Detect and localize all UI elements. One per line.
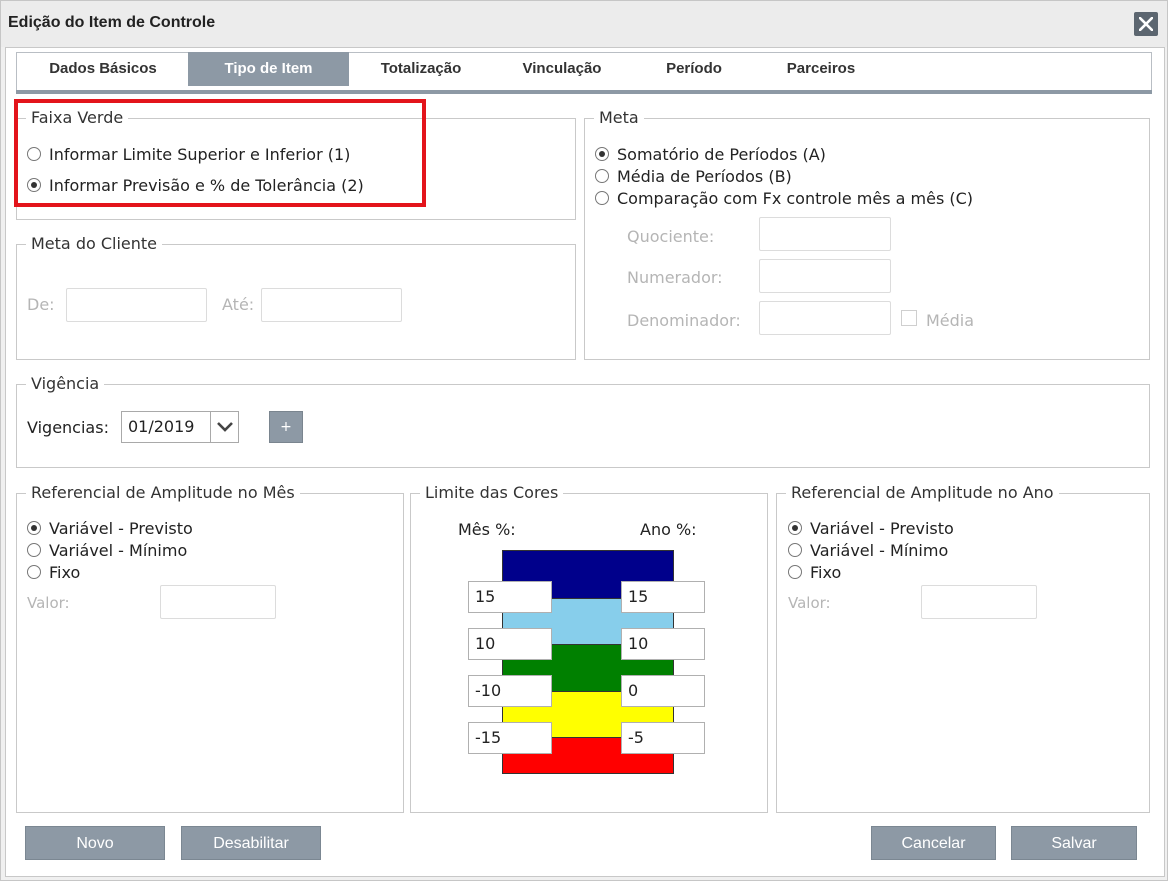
ano-limit-input-1[interactable]: 15	[621, 581, 705, 613]
tab-periodo[interactable]: Período	[644, 52, 744, 86]
radio-icon[interactable]	[27, 543, 41, 557]
meta-option-a[interactable]: Somatório de Períodos (A)	[595, 143, 826, 165]
vigencias-selected: 01/2019	[128, 417, 195, 436]
amplitude-ano-option-previsto-label: Variável - Previsto	[810, 518, 954, 538]
close-icon	[1139, 17, 1153, 31]
vigencia-group: Vigência Vigencias: 01/2019 +	[16, 374, 1150, 468]
ano-limit-input-4[interactable]: -5	[621, 722, 705, 754]
titlebar: Edição do Item de Controle	[1, 1, 1167, 47]
vigencia-legend: Vigência	[26, 374, 105, 394]
add-vigencia-button[interactable]: +	[269, 411, 303, 443]
ano-percent-label: Ano %:	[640, 520, 697, 539]
dialog-content: Dados Básicos Tipo de Item Totalização V…	[5, 47, 1165, 877]
tab-parceiros[interactable]: Parceiros	[766, 52, 876, 86]
meta-option-b[interactable]: Média de Períodos (B)	[595, 165, 792, 187]
tab-underline	[16, 90, 1152, 94]
amplitude-mes-option-minimo-label: Variável - Mínimo	[49, 540, 188, 560]
ano-limit-input-3[interactable]: 0	[621, 675, 705, 707]
amplitude-ano-group: Referencial de Amplitude no Ano Variável…	[776, 483, 1150, 813]
tab-tipo-de-item[interactable]: Tipo de Item	[188, 52, 349, 86]
ate-input[interactable]	[261, 288, 402, 322]
salvar-button[interactable]: Salvar	[1011, 826, 1137, 860]
meta-option-c-label: Comparação com Fx controle mês a mês (C)	[617, 188, 974, 208]
radio-icon[interactable]	[595, 169, 609, 183]
tab-dados-basicos[interactable]: Dados Básicos	[28, 52, 178, 86]
de-input[interactable]	[66, 288, 207, 322]
tab-totalizacao[interactable]: Totalização	[362, 52, 480, 86]
amplitude-mes-option-fixo-label: Fixo	[49, 562, 81, 582]
amplitude-mes-valor-input[interactable]	[160, 585, 276, 619]
amplitude-ano-legend: Referencial de Amplitude no Ano	[786, 483, 1059, 503]
radio-checked-icon[interactable]	[788, 521, 802, 535]
mes-percent-label: Mês %:	[458, 520, 516, 539]
dialog: Edição do Item de Controle Dados Básicos…	[0, 0, 1168, 881]
radio-icon[interactable]	[27, 565, 41, 579]
highlight-box	[14, 99, 426, 207]
vigencias-label: Vigencias:	[27, 418, 109, 437]
amplitude-ano-option-minimo-label: Variável - Mínimo	[810, 540, 949, 560]
meta-option-a-label: Somatório de Períodos (A)	[617, 144, 826, 164]
ano-limit-input-2[interactable]: 10	[621, 628, 705, 660]
de-label: De:	[27, 295, 55, 314]
select-divider	[210, 412, 211, 442]
media-checkbox[interactable]	[901, 310, 917, 326]
mes-limit-input-2[interactable]: 10	[468, 628, 552, 660]
amplitude-ano-valor-label: Valor:	[788, 594, 831, 612]
mes-limit-input-4[interactable]: -15	[468, 722, 552, 754]
novo-button[interactable]: Novo	[25, 826, 165, 860]
meta-cliente-group: Meta do Cliente De: Até:	[16, 234, 576, 360]
mes-limit-input-1[interactable]: 15	[468, 581, 552, 613]
amplitude-ano-option-minimo[interactable]: Variável - Mínimo	[788, 539, 948, 561]
meta-option-c[interactable]: Comparação com Fx controle mês a mês (C)	[595, 187, 973, 209]
dialog-title: Edição do Item de Controle	[8, 14, 216, 31]
numerador-input[interactable]	[759, 259, 891, 293]
numerador-label: Numerador:	[627, 268, 723, 287]
close-button[interactable]	[1134, 12, 1158, 36]
amplitude-ano-option-fixo-label: Fixo	[810, 562, 842, 582]
desabilitar-button[interactable]: Desabilitar	[181, 826, 321, 860]
meta-option-b-label: Média de Períodos (B)	[617, 166, 792, 186]
tab-vinculacao[interactable]: Vinculação	[506, 52, 618, 86]
denominador-label: Denominador:	[627, 311, 741, 330]
radio-icon[interactable]	[595, 191, 609, 205]
cancelar-button[interactable]: Cancelar	[871, 826, 996, 860]
meta-legend: Meta	[594, 108, 644, 128]
amplitude-ano-option-fixo[interactable]: Fixo	[788, 561, 841, 583]
amplitude-mes-valor-label: Valor:	[27, 594, 70, 612]
amplitude-mes-legend: Referencial de Amplitude no Mês	[26, 483, 300, 503]
radio-checked-icon[interactable]	[27, 521, 41, 535]
vigencias-select[interactable]: 01/2019	[121, 411, 239, 443]
amplitude-ano-option-previsto[interactable]: Variável - Previsto	[788, 517, 954, 539]
media-label: Média	[926, 311, 975, 330]
meta-cliente-legend: Meta do Cliente	[26, 234, 163, 254]
radio-icon[interactable]	[788, 543, 802, 557]
radio-icon[interactable]	[788, 565, 802, 579]
amplitude-ano-valor-input[interactable]	[921, 585, 1037, 619]
quociente-label: Quociente:	[627, 227, 715, 246]
chevron-down-icon	[217, 422, 233, 432]
quociente-input[interactable]	[759, 217, 891, 251]
amplitude-mes-option-previsto[interactable]: Variável - Previsto	[27, 517, 193, 539]
limite-cores-legend: Limite das Cores	[420, 483, 564, 503]
amplitude-mes-group: Referencial de Amplitude no Mês Variável…	[16, 483, 404, 813]
radio-checked-icon[interactable]	[595, 147, 609, 161]
mes-limit-input-3[interactable]: -10	[468, 675, 552, 707]
meta-group: Meta Somatório de Períodos (A) Média de …	[584, 108, 1150, 360]
amplitude-mes-option-previsto-label: Variável - Previsto	[49, 518, 193, 538]
amplitude-mes-option-minimo[interactable]: Variável - Mínimo	[27, 539, 187, 561]
denominador-input[interactable]	[759, 301, 891, 335]
ate-label: Até:	[222, 295, 255, 314]
amplitude-mes-option-fixo[interactable]: Fixo	[27, 561, 80, 583]
